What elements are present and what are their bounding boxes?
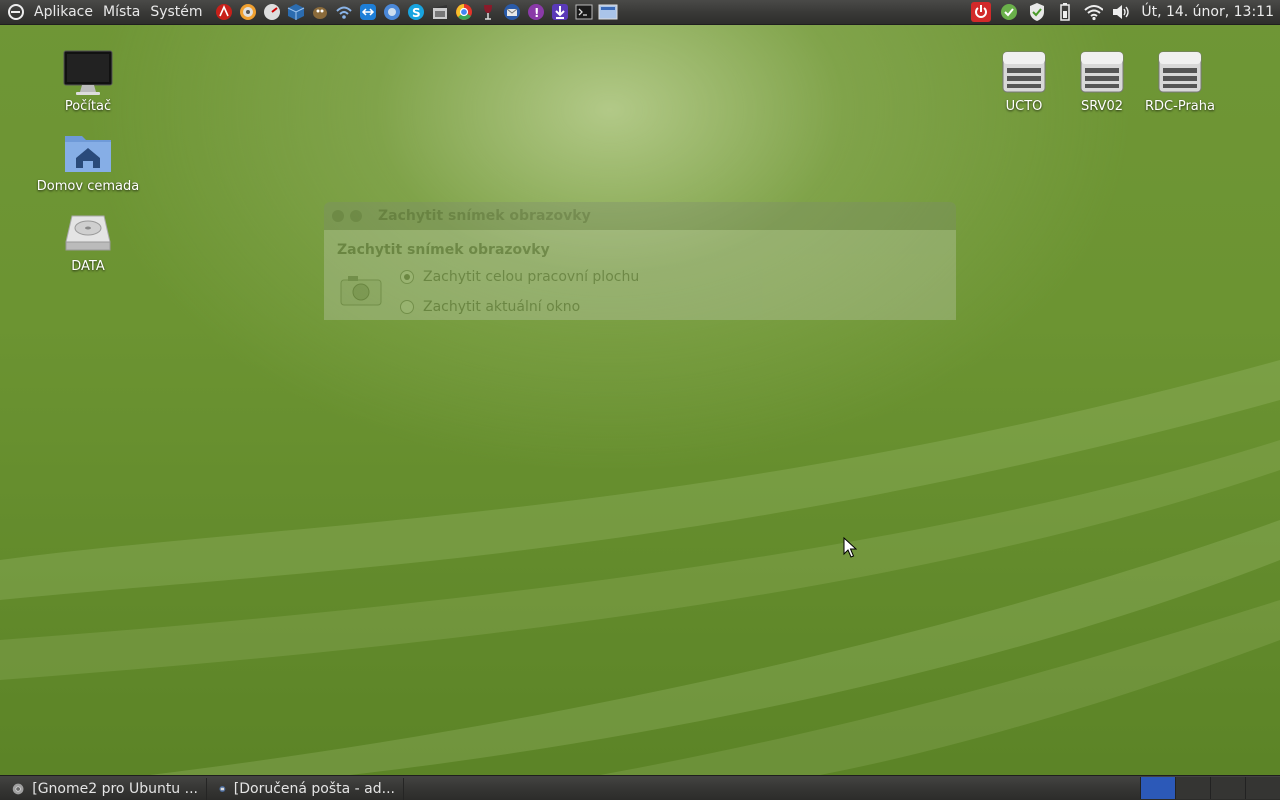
network-server-icon (1154, 46, 1206, 98)
wireless-tool-icon[interactable] (334, 2, 354, 22)
home-folder-icon (62, 126, 114, 178)
radio-whole-desktop[interactable]: Zachytit celou pracovní plochu (400, 269, 639, 285)
desktop-icon-data[interactable]: DATA (28, 206, 148, 274)
desktop-icon-label: Domov cemada (36, 179, 140, 194)
bottom-panel: [Gnome2 pro Ubuntu ... [Doručená pošta -… (0, 775, 1280, 800)
workspace-switcher (1140, 777, 1280, 799)
skype-icon[interactable]: S (406, 2, 426, 22)
update-manager-icon[interactable] (999, 2, 1019, 22)
empathy-icon[interactable]: ! (526, 2, 546, 22)
top-panel: Aplikace Místa Systém S ! Út, 14. únor, … (0, 0, 1280, 25)
desktop-icon-computer[interactable]: Počítač (28, 46, 148, 114)
thunderbird-icon (219, 785, 226, 792)
wallpaper-swoosh (0, 360, 1280, 775)
desktop-icon-label: UCTO (1005, 99, 1043, 114)
workspace-3[interactable] (1210, 777, 1245, 799)
hard-drive-icon (62, 206, 114, 258)
radio-label: Zachytit celou pracovní plochu (423, 269, 640, 285)
workspace-4[interactable] (1245, 777, 1280, 799)
gimp-icon[interactable] (310, 2, 330, 22)
menu-system[interactable]: Systém (145, 0, 207, 24)
radio-current-window[interactable]: Zachytit aktuální okno (400, 299, 580, 315)
desktop-icon-label: Počítač (64, 99, 112, 114)
desktop-icon-home[interactable]: Domov cemada (28, 126, 148, 194)
chrome-icon (12, 783, 24, 794)
clock[interactable]: Út, 14. únor, 13:11 (1141, 4, 1274, 20)
workspace-1[interactable] (1140, 777, 1175, 799)
wine-icon[interactable] (478, 2, 498, 22)
taskbar-label: [Gnome2 pro Ubuntu ... (32, 780, 198, 797)
volume-icon[interactable] (1111, 2, 1131, 22)
desktop-icon-label: RDC-Praha (1145, 99, 1215, 114)
power-icon[interactable] (971, 2, 992, 22)
screenshot-dialog: Zachytit snímek obrazovky Zachytit sníme… (324, 202, 956, 320)
download-icon[interactable] (550, 2, 570, 22)
terminal-icon[interactable] (574, 2, 594, 22)
wifi-icon[interactable] (1083, 2, 1104, 22)
camera-icon (340, 274, 382, 306)
dialog-minimize-button[interactable] (350, 210, 362, 222)
desktop-icon-rdc-praha[interactable]: RDC-Praha (1120, 46, 1240, 114)
radio-label: Zachytit aktuální okno (423, 299, 581, 315)
dialog-close-button[interactable] (332, 210, 344, 222)
svg-text:S: S (412, 6, 421, 20)
svg-text:!: ! (534, 6, 539, 20)
adobe-reader-icon[interactable] (214, 2, 234, 22)
dialog-titlebar: Zachytit snímek obrazovky (324, 202, 956, 230)
thunderbird-icon[interactable] (502, 2, 522, 22)
taskbar-button-chrome[interactable]: [Gnome2 pro Ubuntu ... (4, 777, 207, 800)
ubuntu-logo-icon[interactable] (5, 1, 27, 23)
dialog-body: Zachytit snímek obrazovky Zachytit celou… (324, 230, 956, 320)
chrome-icon[interactable] (454, 2, 474, 22)
dialog-heading: Zachytit snímek obrazovky (337, 242, 550, 258)
menu-places[interactable]: Místa (98, 0, 145, 24)
desktop-icon-label: DATA (71, 259, 105, 274)
radio-button-checked[interactable] (400, 270, 414, 284)
radio-button[interactable] (400, 300, 414, 314)
security-shield-icon[interactable] (1027, 2, 1047, 22)
launcher-bar: S ! (212, 2, 620, 22)
taskbar-label: [Doručená pošta - ad... (233, 780, 395, 797)
virtualbox-icon[interactable] (286, 2, 306, 22)
video-editor-icon[interactable] (430, 2, 450, 22)
screenshot-icon[interactable] (598, 2, 618, 22)
system-tray: Út, 14. únor, 13:11 (967, 0, 1274, 24)
battery-icon[interactable] (1055, 2, 1075, 22)
computer-monitor-icon (62, 46, 114, 98)
mouse-cursor-icon (843, 537, 857, 558)
taskbar-button-thunderbird[interactable]: [Doručená pošta - ad... (211, 777, 404, 800)
dialog-title: Zachytit snímek obrazovky (378, 208, 591, 224)
menu-applications[interactable]: Aplikace (29, 0, 98, 24)
disc-burner-icon[interactable] (238, 2, 258, 22)
workspace-2[interactable] (1175, 777, 1210, 799)
desktop-icon-label: SRV02 (1080, 99, 1123, 114)
tacho-icon[interactable] (262, 2, 282, 22)
network-browser-icon[interactable] (382, 2, 402, 22)
teamviewer-icon[interactable] (358, 2, 378, 22)
